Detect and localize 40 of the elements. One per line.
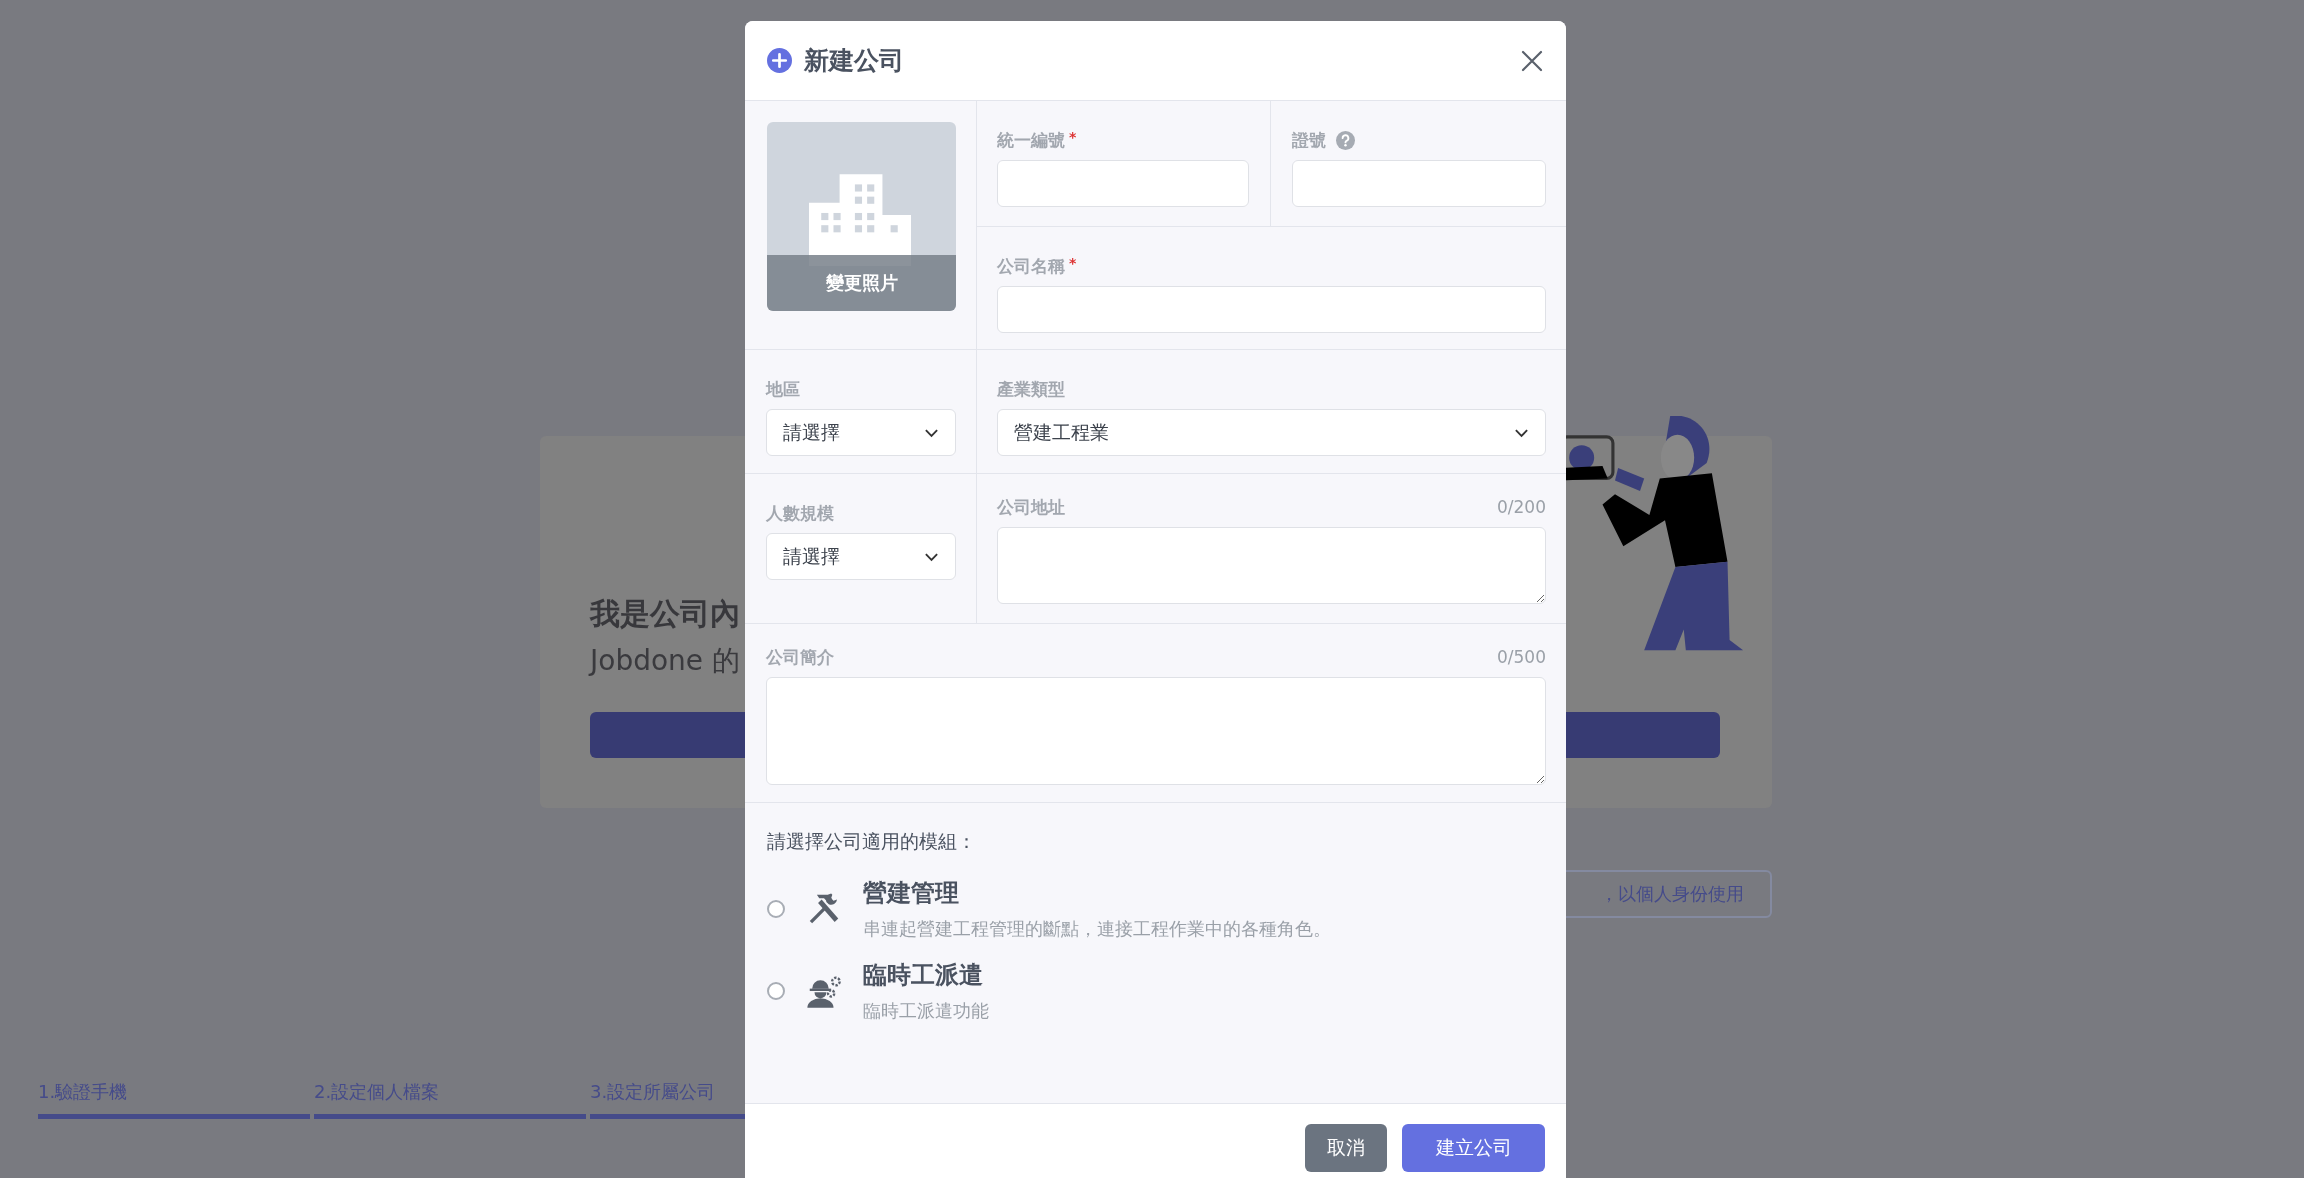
character-counter: 0/500	[1497, 647, 1546, 667]
field-label: 統一編號	[997, 128, 1065, 152]
module-description: 串連起營建工程管理的斷點，連接工程作業中的各種角色。	[863, 917, 1331, 941]
industry-select[interactable]: 營建工程業	[997, 409, 1546, 456]
subheading-text: Jobdone 的	[590, 643, 740, 679]
dialog-title: 新建公司	[804, 45, 905, 77]
field-label: 產業類型	[997, 377, 1065, 401]
radio-button[interactable]	[767, 982, 785, 1000]
chevron-down-icon	[924, 551, 939, 562]
change-photo-button[interactable]: 變更照片	[767, 255, 956, 311]
modules-prompt: 請選擇公司適用的模組：	[767, 829, 977, 854]
company-name-input[interactable]	[997, 286, 1546, 333]
character-counter: 0/200	[1497, 497, 1546, 517]
help-icon[interactable]	[1336, 130, 1355, 150]
cancel-button[interactable]: 取消	[1305, 1124, 1387, 1172]
field-label: 人數規模	[766, 501, 834, 525]
license-number-input[interactable]	[1292, 160, 1546, 207]
create-company-button[interactable]: 建立公司	[1402, 1124, 1545, 1172]
intro-textarea[interactable]	[766, 677, 1546, 785]
module-description: 臨時工派遣功能	[863, 999, 989, 1023]
field-label: 地區	[766, 377, 800, 401]
field-label: 公司簡介	[766, 645, 834, 669]
address-textarea[interactable]	[997, 527, 1546, 604]
radio-button[interactable]	[767, 900, 785, 918]
required-mark: *	[1069, 255, 1077, 271]
field-label: 公司地址	[997, 495, 1065, 519]
tax-id-input[interactable]	[997, 160, 1249, 207]
company-photo[interactable]: 變更照片	[767, 122, 956, 311]
field-label: 公司名稱	[997, 254, 1065, 278]
close-icon[interactable]	[1520, 48, 1544, 73]
heading-text: 我是公司內	[590, 595, 740, 633]
module-title: 臨時工派遣	[863, 960, 984, 991]
required-mark: *	[1069, 129, 1077, 145]
field-label: 證號	[1292, 128, 1326, 152]
chevron-down-icon	[1514, 427, 1529, 438]
add-icon	[767, 48, 792, 73]
headcount-select[interactable]: 請選擇	[766, 533, 956, 580]
module-title: 營建管理	[863, 878, 960, 909]
chevron-down-icon	[924, 427, 939, 438]
region-select[interactable]: 請選擇	[766, 409, 956, 456]
